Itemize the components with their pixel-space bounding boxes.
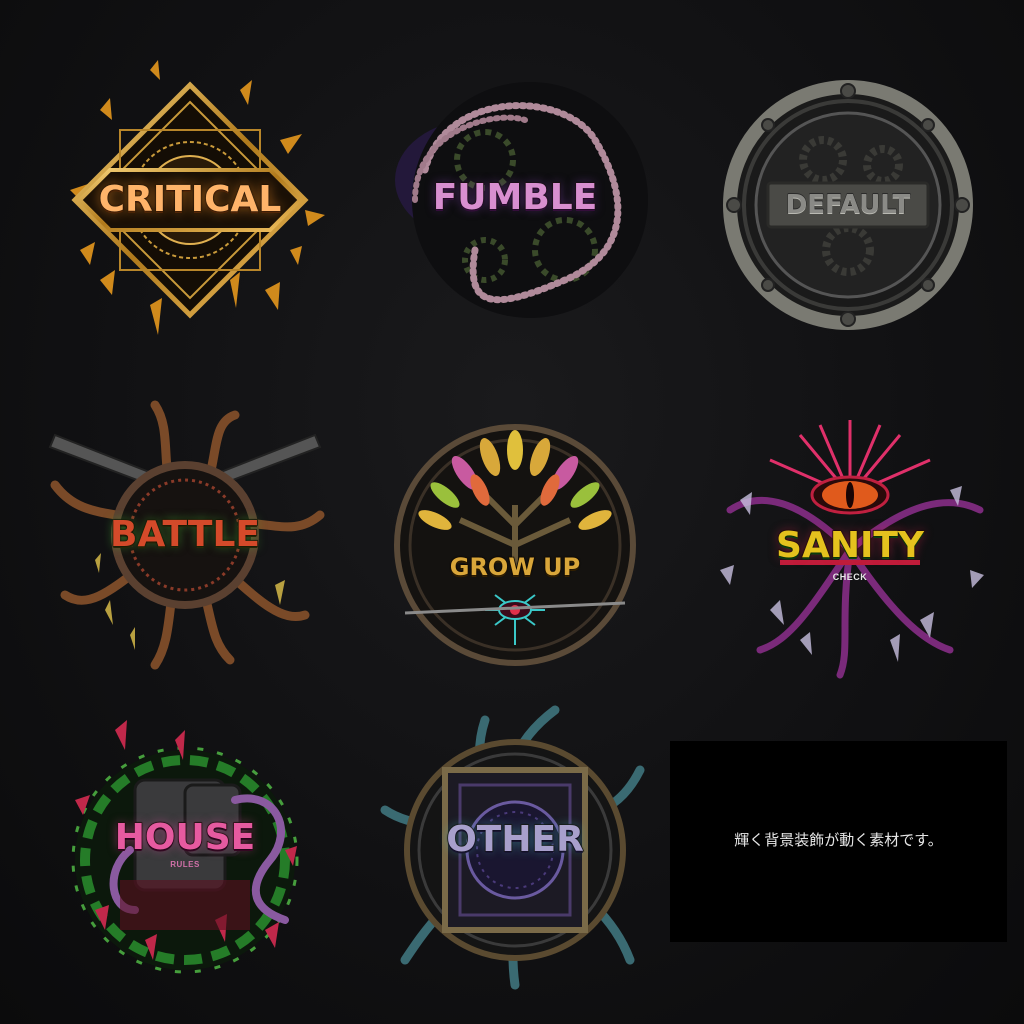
description-text: 輝く背景装飾が動く素材です。	[734, 831, 943, 849]
badge-house: HOUSE RULES	[35, 710, 335, 1010]
sanity-subtitle: CHECK	[832, 572, 868, 582]
other-title: OTHER	[445, 819, 584, 860]
growup-title: GROW UP	[449, 553, 581, 581]
sanity-title: SANITY	[775, 525, 924, 566]
badge-critical: CRITICAL	[40, 50, 340, 350]
battle-title: BATTLE	[109, 514, 260, 555]
default-title: DEFAULT	[785, 190, 911, 220]
house-subtitle: RULES	[170, 860, 200, 869]
badge-battle: BATTLE	[35, 385, 335, 685]
fumble-title: FUMBLE	[432, 177, 598, 218]
badge-growup: GROW UP	[365, 395, 665, 695]
badge-default: DEFAULT	[698, 55, 998, 355]
badge-other: OTHER	[365, 700, 665, 1000]
description-box: 輝く背景装飾が動く素材です。	[670, 741, 1007, 942]
badge-sanity: SANITY CHECK	[700, 400, 1000, 700]
house-title: HOUSE	[114, 817, 256, 858]
critical-title: CRITICAL	[98, 179, 282, 220]
growup-ornament-icon	[394, 424, 636, 666]
badge-fumble: FUMBLE	[365, 50, 665, 350]
